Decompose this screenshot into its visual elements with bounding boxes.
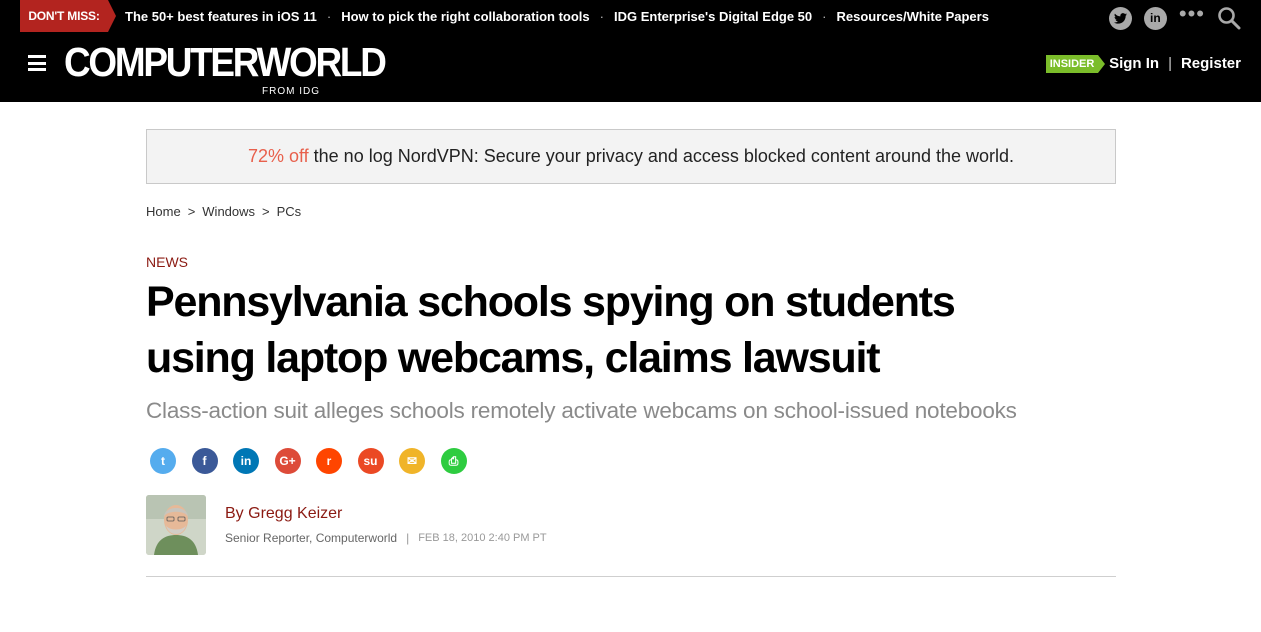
promo-links: The 50+ best features in iOS 11 · How to… [125, 0, 989, 32]
ad-banner[interactable]: 72% off the no log NordVPN: Secure your … [146, 129, 1116, 184]
reddit-share-icon[interactable]: r [316, 448, 342, 474]
google-plus-share-icon[interactable]: G+ [274, 448, 301, 474]
section-divider [146, 576, 1116, 577]
dont-miss-label: DON'T MISS: [20, 0, 116, 32]
menu-icon[interactable] [28, 55, 46, 71]
header-icon-group: in ••• [1108, 3, 1241, 32]
share-toolbar: t f in G+ r su ✉ ⎙ [150, 448, 467, 474]
email-share-icon[interactable]: ✉ [399, 448, 425, 474]
promo-separator: · [822, 8, 827, 24]
publish-date: FEB 18, 2010 2:40 PM PT [418, 532, 547, 544]
register-link[interactable]: Register [1181, 55, 1241, 72]
promo-link-collaboration-tools[interactable]: How to pick the right collaboration tool… [341, 9, 589, 24]
author-meta: Senior Reporter, Computerworld | FEB 18,… [225, 531, 547, 545]
breadcrumb-separator: > [187, 204, 196, 219]
breadcrumb-windows[interactable]: Windows [202, 204, 255, 219]
twitter-share-icon[interactable]: t [150, 448, 176, 474]
print-share-icon[interactable]: ⎙ [440, 448, 467, 474]
article-category[interactable]: NEWS [146, 254, 188, 270]
article-subtitle: Class-action suit alleges schools remote… [146, 398, 1017, 423]
logo-subtitle: FROM IDG [262, 86, 320, 97]
site-header: DON'T MISS: The 50+ best features in iOS… [0, 0, 1261, 102]
more-icon[interactable]: ••• [1179, 3, 1205, 25]
promo-separator: · [326, 8, 332, 24]
breadcrumb-home[interactable]: Home [146, 204, 181, 219]
sign-in-link[interactable]: Sign In [1109, 55, 1159, 72]
breadcrumb: Home > Windows > PCs [146, 204, 301, 219]
promo-separator: · [599, 8, 604, 24]
meta-separator: | [406, 531, 410, 545]
author-title: Senior Reporter, Computerworld [225, 531, 398, 545]
twitter-icon[interactable] [1108, 6, 1132, 30]
author-name[interactable]: By Gregg Keizer [225, 505, 342, 523]
ad-text: the no log NordVPN: Secure your privacy … [313, 146, 1015, 166]
promo-link-digital-edge[interactable]: IDG Enterprise's Digital Edge 50 [614, 9, 812, 24]
auth-links: Sign In | Register [1109, 55, 1241, 72]
breadcrumb-separator: > [262, 204, 270, 219]
search-icon[interactable] [1217, 6, 1241, 30]
promo-link-white-papers[interactable]: Resources/White Papers [836, 9, 988, 24]
ad-discount: 72% off [247, 146, 309, 166]
auth-separator: | [1168, 55, 1172, 72]
site-logo[interactable]: COMPUTERWORLD [64, 38, 387, 86]
breadcrumb-pcs[interactable]: PCs [277, 204, 302, 219]
linkedin-share-icon[interactable]: in [233, 448, 259, 474]
author-avatar[interactable] [146, 495, 206, 555]
linkedin-icon[interactable]: in [1143, 6, 1167, 30]
stumbleupon-share-icon[interactable]: su [357, 448, 384, 474]
facebook-share-icon[interactable]: f [191, 448, 218, 474]
insider-badge[interactable]: INSIDER [1046, 55, 1105, 73]
article-title: Pennsylvania schools spying on students … [146, 278, 956, 382]
promo-link-ios11[interactable]: The 50+ best features in iOS 11 [125, 9, 317, 24]
